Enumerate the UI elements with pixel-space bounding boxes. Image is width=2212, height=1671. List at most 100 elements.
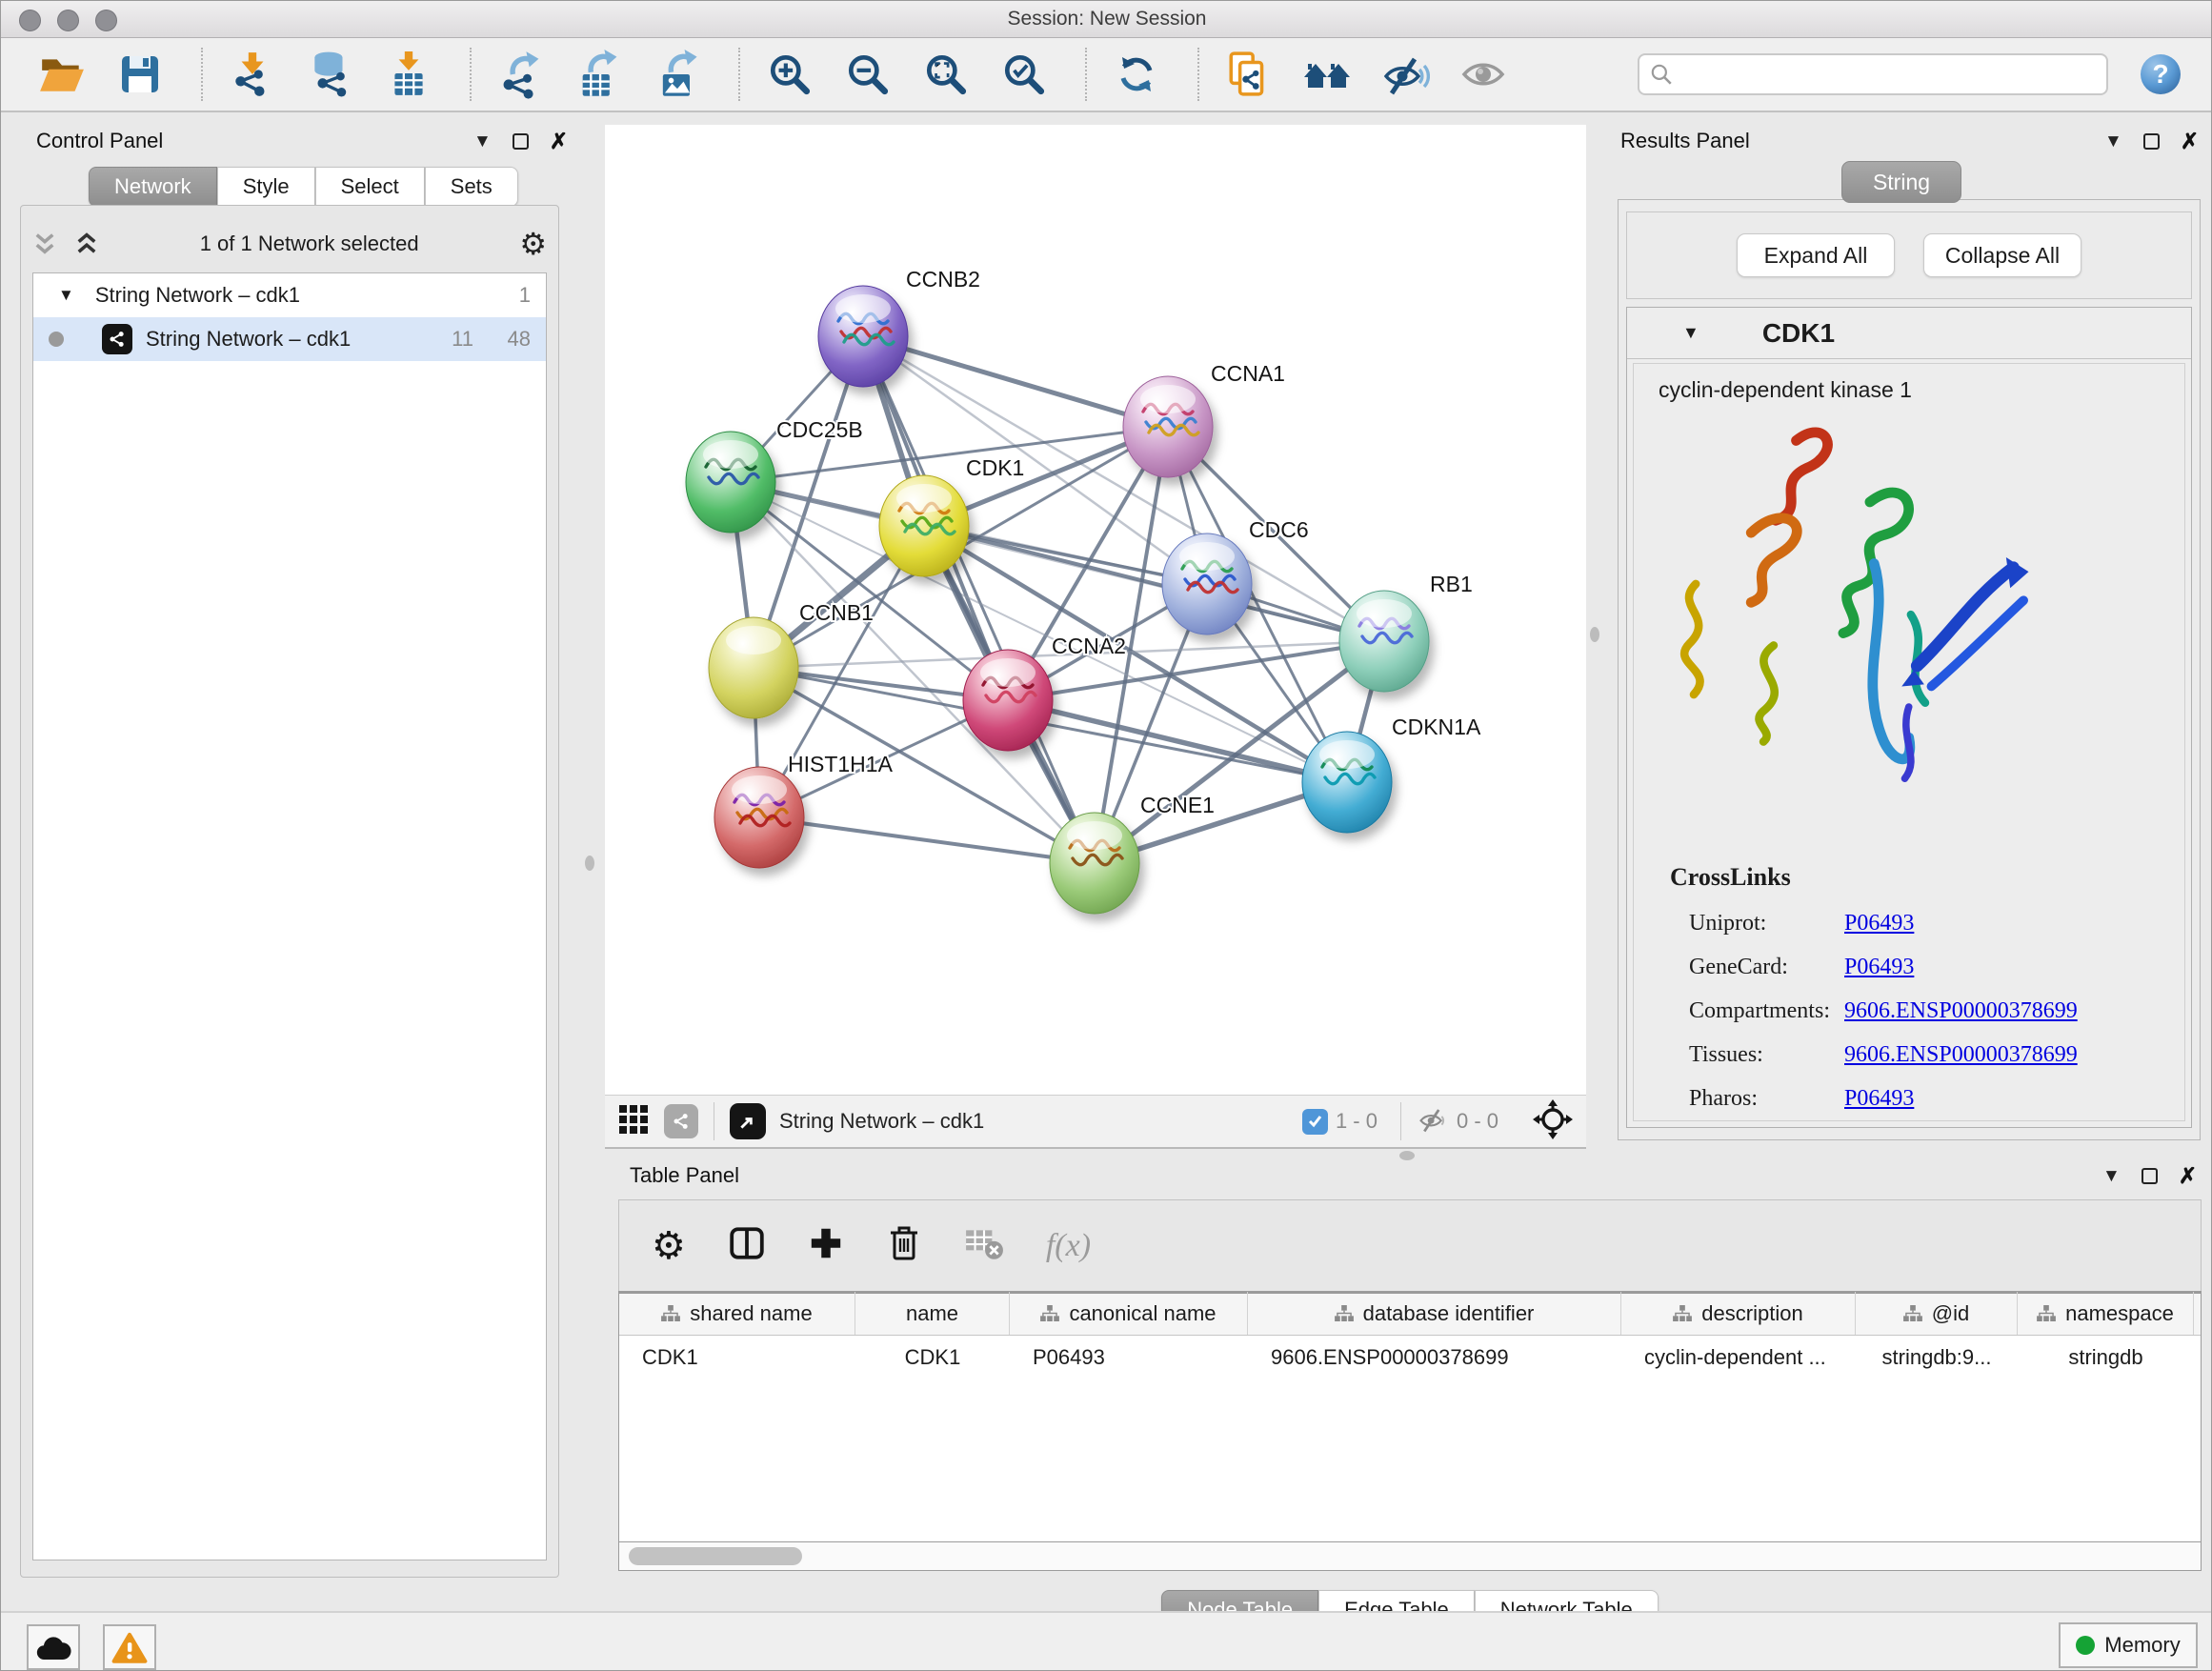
export-image-button[interactable] [653,50,702,99]
column-header-description[interactable]: description [1621,1292,1856,1335]
glass-ball-button[interactable] [1458,50,1508,99]
tab-string[interactable]: String [1841,161,1961,203]
show-columns-button[interactable] [728,1224,766,1267]
results-panel-close-icon[interactable]: ✗ [2181,131,2199,152]
results-panel-float-icon[interactable] [2143,133,2160,150]
node-RB1[interactable]: RB1 [1339,572,1473,692]
horizontal-splitter-handle[interactable] [1399,1151,1415,1160]
zoom-in-button[interactable] [765,50,814,99]
import-table-button[interactable] [384,50,433,99]
cloud-status-button[interactable] [27,1624,80,1670]
table-row[interactable]: CDK1CDK1P064939606.ENSP00000378699cyclin… [619,1336,2201,1379]
node-CCNB2[interactable]: CCNB2 [818,267,980,387]
toolbar-separator [470,48,472,101]
column-header-namespace[interactable]: namespace [2018,1292,2194,1335]
network-selected-summary: 1 of 1 Network selected [99,232,519,256]
results-panel-menu-icon[interactable]: ▼ [2104,132,2122,151]
protein-expander-icon[interactable]: ▼ [1682,323,1699,343]
crosslink-link[interactable]: P06493 [1844,911,1914,936]
network-options-gear-icon[interactable]: ⚙ [519,226,547,262]
birdseye-button[interactable] [1533,1099,1573,1144]
open-session-button[interactable] [37,50,87,99]
node-CCNE1[interactable]: CCNE1 [1050,793,1215,914]
export-table-button[interactable] [574,50,624,99]
crosslink-link[interactable]: 9606.ENSP00000378699 [1844,998,2078,1024]
expand-all-icon[interactable] [74,232,99,256]
node-gloss [732,775,787,804]
import-network-icon [229,50,276,98]
search-input[interactable] [1674,63,2097,87]
edge-CCNB2-CCNA1[interactable] [863,336,1168,427]
tab-select[interactable]: Select [315,167,425,207]
protein-card-header[interactable]: ▼ CDK1 [1627,308,2191,359]
delete-table-button[interactable] [964,1226,1004,1265]
edge-CCNB2-CCNE1[interactable] [863,336,1095,863]
collection-expander-icon[interactable]: ▼ [58,286,74,305]
import-network-database-button[interactable] [306,50,355,99]
collapse-all-button[interactable]: Collapse All [1923,233,2081,277]
tab-style[interactable]: Style [217,167,315,207]
crosslink-link[interactable]: 9606.ENSP00000378699 [1844,1042,2078,1068]
tab-sets[interactable]: Sets [425,167,518,207]
zoom-fit-button[interactable] [921,50,971,99]
table-panel-menu-icon[interactable]: ▼ [2102,1167,2121,1185]
homes-button[interactable] [1302,50,1352,99]
protein-structure-image [1653,412,2062,812]
warning-status-button[interactable] [103,1624,156,1670]
protein-description: cyclin-dependent kinase 1 [1659,377,2184,403]
zoom-in-icon [766,50,814,98]
column-header--id[interactable]: @id [1856,1292,2018,1335]
tab-network[interactable]: Network [89,167,217,207]
delete-column-button[interactable] [886,1224,922,1267]
column-header-shared-name[interactable]: shared name [619,1292,855,1335]
table-panel-close-icon[interactable]: ✗ [2179,1165,2197,1187]
column-header-name[interactable]: name [855,1292,1010,1335]
crosslink-link[interactable]: P06493 [1844,955,1914,980]
edge-CDK1-RB1[interactable] [924,526,1384,641]
apply-layout-button[interactable] [1112,50,1161,99]
column-header-database-identifier[interactable]: database identifier [1248,1292,1621,1335]
memory-button[interactable]: Memory [2059,1622,2198,1668]
node-gloss [980,658,1036,687]
network-canvas[interactable]: CCNB2CCNA1CDC25BCDK1CDC6RB1CCNB1CCNA2CDK… [605,125,1586,1095]
node-CCNA1[interactable]: CCNA1 [1123,361,1285,477]
collapse-all-icon[interactable] [32,232,57,256]
share-document-button[interactable] [1224,50,1274,99]
node-CDK1[interactable]: CDK1 [879,455,1024,576]
add-column-button[interactable] [808,1225,844,1266]
control-panel-menu-icon[interactable]: ▼ [473,132,492,151]
zoom-selected-button[interactable] [999,50,1049,99]
table-settings-gear-icon[interactable]: ⚙ [652,1224,686,1268]
left-splitter-handle[interactable] [585,856,594,871]
network-collection-row[interactable]: ▼ String Network – cdk1 1 [33,273,546,317]
edge-count: 48 [508,327,531,352]
table-hscrollbar[interactable] [618,1542,2202,1571]
export-network-button[interactable] [496,50,546,99]
node-CDKN1A[interactable]: CDKN1A [1302,715,1481,833]
hide-enrichment-button[interactable] [1380,50,1430,99]
zoom-out-button[interactable] [843,50,893,99]
node-HIST1H1A[interactable]: HIST1H1A [714,752,894,868]
share-view-button[interactable] [664,1104,698,1138]
right-splitter-handle[interactable] [1590,627,1599,642]
column-header-canonical-name[interactable]: canonical name [1010,1292,1248,1335]
table-panel-float-icon[interactable] [2142,1168,2158,1184]
edge-HIST1H1A-CCNE1[interactable] [759,817,1095,863]
import-network-file-button[interactable] [228,50,277,99]
detach-view-button[interactable] [730,1103,766,1139]
network-graph[interactable]: CCNB2CCNA1CDC25BCDK1CDC6RB1CCNB1CCNA2CDK… [605,125,1586,1095]
help-button[interactable]: ? [2136,50,2185,99]
control-panel-float-icon[interactable] [513,133,529,150]
expand-all-button[interactable]: Expand All [1737,233,1895,277]
save-session-button[interactable] [115,50,165,99]
grid-view-button[interactable] [618,1104,649,1139]
control-panel-close-icon[interactable]: ✗ [550,131,568,152]
node-gloss [1179,542,1235,571]
function-builder-button[interactable]: f(x) [1046,1228,1091,1264]
network-list-box: 1 of 1 Network selected ⚙ ▼ String Netwo… [20,205,559,1578]
selected-checkbox-icon[interactable] [1302,1109,1328,1135]
crosslink-link[interactable]: P06493 [1844,1086,1914,1112]
table-hscrollbar-thumb[interactable] [629,1547,802,1565]
network-row[interactable]: String Network – cdk1 11 48 [33,317,546,361]
node-label-CCNE1: CCNE1 [1140,793,1215,817]
